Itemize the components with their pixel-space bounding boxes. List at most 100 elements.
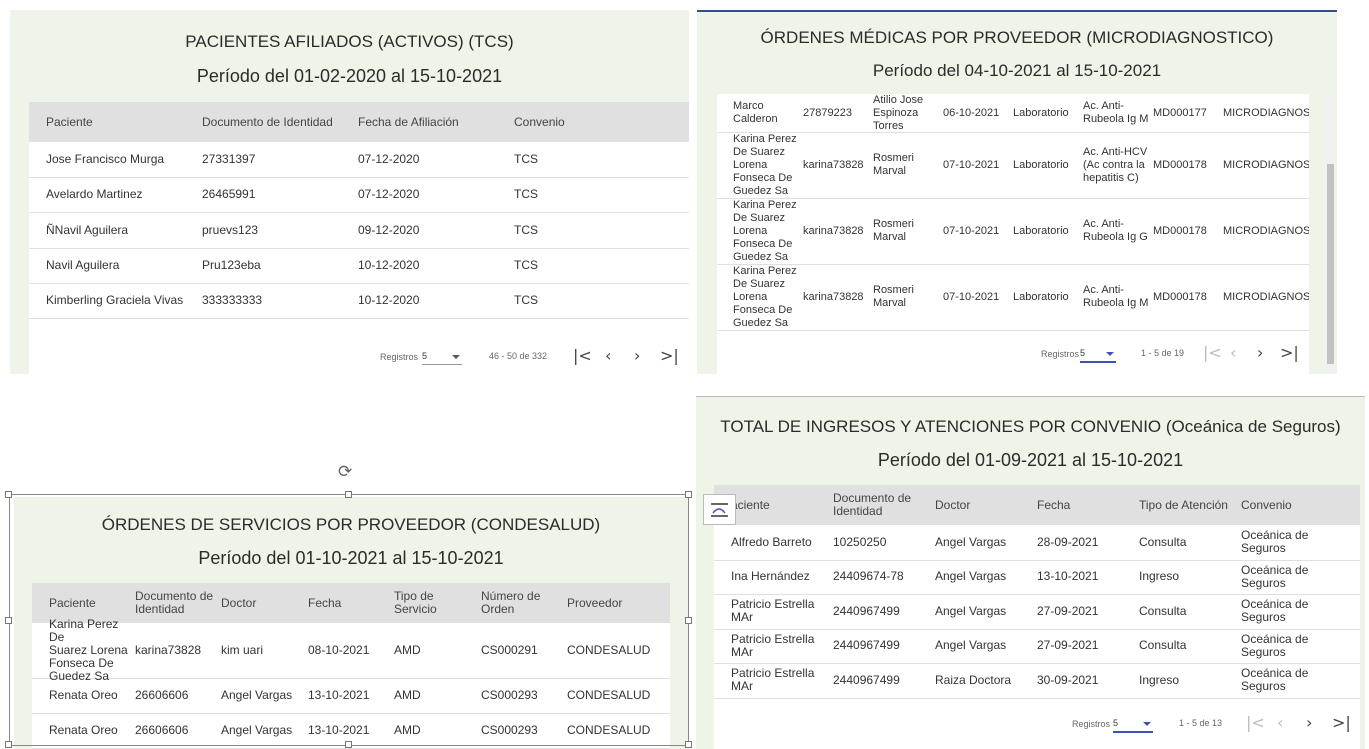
first-page-icon[interactable]: |< xyxy=(1246,713,1265,732)
next-page-icon[interactable]: › xyxy=(1306,713,1312,732)
column-header[interactable]: Doctor xyxy=(935,485,1035,525)
last-page-icon[interactable]: >| xyxy=(660,346,679,365)
table-cell: Atilio Jose Espinoza Torres xyxy=(873,94,924,132)
vertical-scrollbar[interactable] xyxy=(1326,94,1335,374)
table-cell: TCS xyxy=(514,257,538,272)
next-page-icon[interactable]: › xyxy=(1257,343,1263,362)
resize-handle[interactable] xyxy=(5,617,12,624)
table-cell: karina73828 xyxy=(803,224,864,237)
resize-handle[interactable] xyxy=(345,491,352,498)
last-page-icon[interactable]: >| xyxy=(1280,343,1299,362)
page-size-value: 5 xyxy=(1080,348,1086,358)
table-row[interactable]: Patricio Estrella MAr 2440967499 Angel Var… xyxy=(714,629,1360,665)
table-cell: MICRODIAGNOSTI xyxy=(1223,158,1309,171)
report-panel-ordenes-medicas: ÓRDENES MÉDICAS POR PROVEEDOR (MICRODIAG… xyxy=(697,10,1337,374)
table-row[interactable]: Navil Aguilera Pru123eba 10-12-2020 TCS xyxy=(29,248,689,284)
table-cell: Laboratorio xyxy=(1013,224,1069,237)
first-page-icon[interactable]: |< xyxy=(1203,343,1222,362)
table-cell: Navil Aguilera xyxy=(46,257,120,272)
page-size-value: 5 xyxy=(1113,718,1119,728)
report-period: Período del 01-09-2021 al 15-10-2021 xyxy=(877,450,1184,470)
page-size-value: 5 xyxy=(422,351,428,361)
table-cell: Angel Vargas xyxy=(935,603,1007,618)
table-cell: Ingreso xyxy=(1139,569,1180,584)
page-size-select[interactable]: 5 xyxy=(1080,348,1116,363)
scrollbar-thumb[interactable] xyxy=(1327,164,1334,364)
table-cell: Ac. Anti- Rubeola Ig M xyxy=(1083,100,1149,125)
page-size-select[interactable]: 5 xyxy=(1113,718,1153,733)
resize-handle[interactable] xyxy=(5,741,12,748)
column-header[interactable]: Paciente xyxy=(46,102,93,142)
resize-handle[interactable] xyxy=(685,617,692,624)
table-row[interactable]: ÑNavil Aguilera pruevs123 09-12-2020 TCS xyxy=(29,213,689,249)
table-row[interactable]: Alfredo Barreto 10250250 Angel Vargas 28-09… xyxy=(714,525,1360,561)
resize-handle[interactable] xyxy=(345,741,352,748)
column-header[interactable]: Convenio xyxy=(1241,485,1341,525)
table-cell: Avelardo Martinez xyxy=(46,187,143,202)
table-cell: Angel Vargas xyxy=(935,534,1007,549)
table-row[interactable]: Karina Perez De Suarez Lorena Fonseca De… xyxy=(717,198,1309,265)
first-page-icon[interactable]: |< xyxy=(573,346,592,365)
table-cell: MD000178 xyxy=(1153,290,1207,303)
table-row[interactable]: Ina Hernández 24409674-78 Angel Vargas 13-1… xyxy=(714,560,1360,596)
table-cell: Raiza Doctora xyxy=(935,672,1012,687)
next-page-icon[interactable]: › xyxy=(634,346,640,365)
table-row[interactable]: Marco Calderon 27879223 Atilio Jose Espino… xyxy=(717,94,1309,133)
report-title: PACIENTES AFILIADOS (ACTIVOS) (TCS) xyxy=(185,32,514,51)
table-row[interactable]: Karina Perez De Suarez Lorena Fonseca De… xyxy=(717,132,1309,199)
column-header[interactable]: Convenio xyxy=(514,102,565,142)
registros-label: Registros xyxy=(1072,719,1111,729)
resize-handle[interactable] xyxy=(685,491,692,498)
table-cell: MICRODIAGNOSTI xyxy=(1223,106,1309,119)
last-page-icon[interactable]: >| xyxy=(1332,713,1351,732)
ordenes-medicas-table: Marco Calderon 27879223 Atilio Jose Espino… xyxy=(717,94,1309,374)
table-cell: 27331397 xyxy=(202,152,256,166)
chevron-down-icon xyxy=(1106,352,1114,356)
table-cell: Rosmeri Marval xyxy=(873,218,914,243)
table-cell: MD000178 xyxy=(1153,158,1207,171)
table-cell: 10-12-2020 xyxy=(358,293,420,308)
report-panel-ingresos-atenciones: TOTAL DE INGRESOS Y ATENCIONES POR CONVE… xyxy=(696,396,1365,749)
prev-page-icon[interactable]: ‹ xyxy=(1277,713,1283,732)
table-row[interactable]: Kimberling Graciela Vivas 333333333 10-12-… xyxy=(29,283,689,320)
column-header[interactable]: Documento de Identidad xyxy=(202,102,333,142)
table-cell: Ingreso xyxy=(1139,672,1180,687)
layout-options-glyph xyxy=(711,503,728,517)
prev-page-icon[interactable]: ‹ xyxy=(1230,343,1236,362)
column-header[interactable]: Documento de Identidad xyxy=(833,485,933,525)
table-row[interactable]: Karina Perez De Suarez Lorena Fonseca De… xyxy=(717,264,1309,331)
column-header[interactable]: Tipo de Atención xyxy=(1139,485,1239,525)
table-cell: Consulta xyxy=(1139,534,1187,549)
chevron-down-icon xyxy=(1143,722,1151,726)
prev-page-icon[interactable]: ‹ xyxy=(605,346,611,365)
column-header[interactable]: Fecha de Afiliación xyxy=(358,102,459,142)
table-cell: MD000178 xyxy=(1153,224,1207,237)
table-cell: Consulta xyxy=(1139,638,1187,653)
table-cell: Oceánica de Seguros xyxy=(1241,666,1309,694)
page-size-select[interactable]: 5 xyxy=(422,351,462,365)
table-cell: Angel Vargas xyxy=(935,569,1007,584)
table-cell: TCS xyxy=(514,152,538,166)
table-row[interactable]: Avelardo Martinez 26465991 07-12-2020 TCS xyxy=(29,177,689,214)
resize-handle[interactable] xyxy=(685,741,692,748)
resize-handle[interactable] xyxy=(5,491,12,498)
table-cell: 27879223 xyxy=(803,106,852,119)
table-cell: ÑNavil Aguilera xyxy=(46,222,129,237)
column-header[interactable]: aciente xyxy=(731,485,831,525)
table-cell: Alfredo Barreto xyxy=(731,534,812,549)
afiliados-table: Paciente Documento de Identidad Fecha de… xyxy=(29,102,689,374)
chevron-down-icon xyxy=(452,355,460,359)
table-row[interactable]: Patricio Estrella MAr 2440967499 Angel Var… xyxy=(714,594,1360,630)
rotate-handle-icon[interactable]: ⟳ xyxy=(338,462,352,482)
table-cell: Ac. Anti- Rubeola Ig M xyxy=(1083,284,1149,309)
column-header[interactable]: Fecha xyxy=(1037,485,1137,525)
table-row[interactable]: Jose Francisco Murga 27331397 07-12-2020 TC… xyxy=(29,142,689,178)
page-range: 1 - 5 de 13 xyxy=(1179,718,1223,728)
table-cell: 27-09-2021 xyxy=(1037,603,1099,618)
table-cell: 07-10-2021 xyxy=(943,224,1000,237)
layout-options-icon[interactable] xyxy=(703,494,736,525)
table-cell: Karina Perez De Suarez Lorena Fonseca De… xyxy=(733,132,797,197)
table-header: Paciente Documento de Identidad Fecha de… xyxy=(29,102,689,142)
table-row[interactable]: Patricio Estrella MAr 2440967499 Raiza Doc… xyxy=(714,663,1360,699)
table-cell: 07-12-2020 xyxy=(358,187,420,202)
